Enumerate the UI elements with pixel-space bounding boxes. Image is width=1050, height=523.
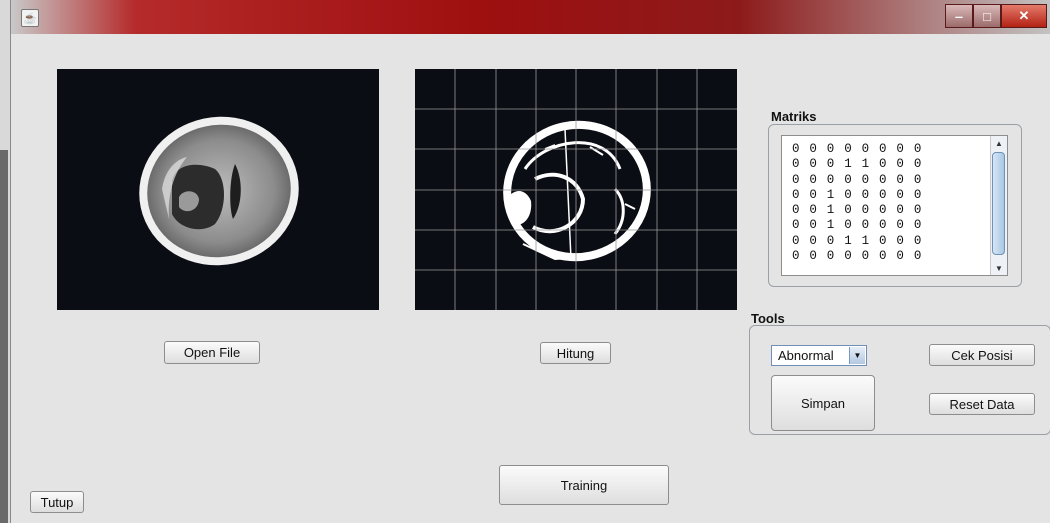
- matrix-scrollbar[interactable]: ▲ ▼: [990, 136, 1007, 275]
- maximize-icon: □: [983, 8, 991, 24]
- matrix-row: 0 0 0 0 0 0 0 0: [792, 249, 923, 264]
- hitung-button[interactable]: Hitung: [540, 342, 611, 364]
- open-file-button[interactable]: Open File: [164, 341, 260, 364]
- matrix-row: 0 0 0 0 0 0 0 0: [792, 142, 923, 156]
- class-select-value: Abnormal: [778, 348, 834, 363]
- matrix-row: 0 0 1 0 0 0 0 0: [792, 218, 923, 233]
- java-app-icon: ☕: [21, 9, 39, 27]
- simpan-button[interactable]: Simpan: [771, 375, 875, 431]
- tutup-button[interactable]: Tutup: [30, 491, 84, 513]
- scroll-thumb[interactable]: [992, 152, 1005, 255]
- close-icon: ✕: [1018, 8, 1030, 23]
- scroll-down-icon[interactable]: ▼: [991, 261, 1007, 275]
- scroll-up-icon[interactable]: ▲: [991, 136, 1007, 150]
- matrix-row: 0 0 1 0 0 0 0 0: [792, 187, 923, 202]
- minimize-icon: ‒: [955, 8, 963, 24]
- window-left-edge: [0, 150, 8, 523]
- matriks-textarea[interactable]: 0 0 0 0 0 0 0 00 0 0 1 1 0 0 00 0 0 0 0 …: [781, 135, 1008, 276]
- training-button[interactable]: Training: [499, 465, 669, 505]
- chevron-down-icon[interactable]: ▼: [849, 347, 865, 364]
- original-ct-image: [139, 116, 299, 266]
- processed-ct-image: [415, 69, 737, 310]
- close-button[interactable]: ✕: [1001, 4, 1047, 28]
- maximize-button[interactable]: □: [973, 4, 1001, 28]
- class-select[interactable]: Abnormal ▼: [771, 345, 867, 366]
- matrix-row: 0 0 1 0 0 0 0 0: [792, 203, 923, 218]
- matrix-row: 0 0 0 1 1 0 0 0: [792, 233, 923, 248]
- main-window: ☕ ‒ □ ✕ Open File Hitung Training Tutup …: [10, 0, 1050, 523]
- cek-posisi-button[interactable]: Cek Posisi: [929, 344, 1035, 366]
- matriks-title: Matriks: [771, 109, 817, 124]
- matrix-row: 0 0 0 1 1 0 0 0: [792, 157, 923, 172]
- matrix-row: 0 0 0 0 0 0 0 0: [792, 172, 923, 187]
- title-bar: ☕ ‒ □ ✕: [11, 0, 1050, 34]
- matrix-values: 0 0 0 0 0 0 0 00 0 0 1 1 0 0 00 0 0 0 0 …: [792, 142, 923, 264]
- original-image-panel: [57, 69, 379, 310]
- reset-data-button[interactable]: Reset Data: [929, 393, 1035, 415]
- minimize-button[interactable]: ‒: [945, 4, 973, 28]
- tools-title: Tools: [751, 311, 785, 326]
- processed-image-panel: [415, 69, 737, 310]
